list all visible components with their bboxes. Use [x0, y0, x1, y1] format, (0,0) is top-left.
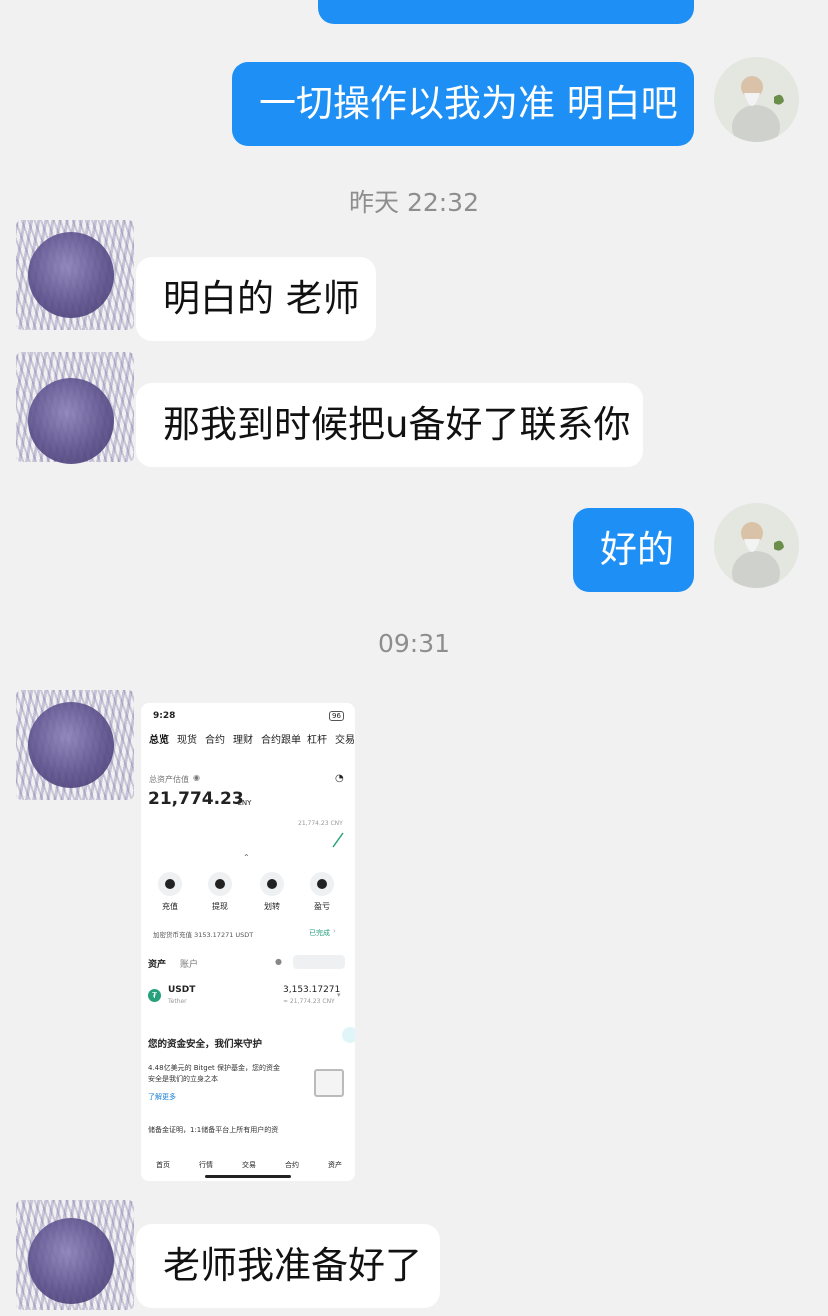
view-toggle[interactable]	[293, 955, 345, 969]
message-text: 好的	[600, 528, 674, 571]
nav-home[interactable]: 首页	[156, 1160, 170, 1170]
total-value: 21,774.23	[148, 789, 244, 809]
total-currency[interactable]: CNY	[237, 799, 251, 807]
transfer-icon[interactable]	[260, 872, 284, 896]
avatar-image	[28, 702, 114, 788]
withdraw-icon[interactable]	[208, 872, 232, 896]
message-bubble-cut-top	[318, 0, 694, 24]
floating-assistant-icon[interactable]	[342, 1027, 355, 1043]
timestamp: 09:31	[377, 629, 451, 658]
timestamp: 昨天 22:32	[349, 188, 479, 217]
home-indicator	[205, 1175, 291, 1178]
nav-trade[interactable]: 交易	[242, 1160, 256, 1170]
pnl-icon[interactable]	[310, 872, 334, 896]
status-time: 9:28	[153, 711, 176, 721]
safe-illustration-icon	[314, 1069, 344, 1097]
avatar-self[interactable]	[714, 57, 799, 142]
learn-more-link[interactable]: 了解更多	[148, 1092, 176, 1102]
chevron-right-icon: ›	[333, 927, 336, 935]
collapse-icon[interactable]: ⌃	[243, 853, 250, 862]
tab-earn[interactable]: 理财	[233, 731, 253, 746]
security-title: 您的资金安全，我们来守护	[148, 1039, 263, 1050]
sub-value: 21,774.23 CNY	[298, 820, 343, 827]
avatar-contact[interactable]	[16, 1200, 134, 1310]
avatar-image	[28, 378, 114, 464]
message-text: 明白的 老师	[163, 277, 360, 320]
nav-futures[interactable]: 合约	[285, 1160, 299, 1170]
transfer-label: 划转	[264, 902, 280, 911]
elder-figure-icon	[714, 503, 799, 588]
message-text: 那我到时候把u备好了联系你	[163, 403, 631, 446]
info-icon[interactable]: ●	[275, 957, 282, 966]
nav-assets[interactable]: 资产	[328, 1160, 342, 1170]
tab-assets[interactable]: 资产	[148, 957, 166, 970]
usdt-logo-icon: ₮	[148, 989, 161, 1002]
status-battery: 96	[329, 711, 344, 721]
avatar-self[interactable]	[714, 503, 799, 588]
tab-futures[interactable]: 合约	[205, 731, 225, 746]
security-text-line2: 安全是我们的立身之本	[148, 1075, 218, 1083]
reserve-text: 储备金证明，1:1储备平台上所有用户的资	[148, 1126, 279, 1134]
avatar-contact[interactable]	[16, 352, 134, 464]
message-bubble-sent[interactable]: 一切操作以我为准 明白吧	[232, 62, 694, 146]
coin-name: USDT	[168, 985, 196, 995]
deposit-note: 加密货币充值 3153.17271 USDT	[153, 931, 254, 939]
tab-accounts[interactable]: 账户	[180, 957, 198, 970]
nav-market[interactable]: 行情	[199, 1160, 213, 1170]
tab-trade[interactable]: 交易	[335, 731, 355, 746]
avatar-contact[interactable]	[16, 690, 134, 800]
coin-amount: 3,153.17271	[283, 985, 341, 995]
message-bubble-received[interactable]: 那我到时候把u备好了联系你	[136, 383, 643, 467]
trend-line-icon	[332, 832, 344, 848]
tab-margin[interactable]: 杠杆	[307, 731, 327, 746]
message-bubble-sent[interactable]: 好的	[573, 508, 694, 592]
tab-spot[interactable]: 现货	[177, 731, 197, 746]
message-bubble-received[interactable]: 老师我准备好了	[136, 1224, 440, 1308]
deposit-label: 充值	[162, 902, 178, 911]
coin-subname: Tether	[168, 998, 187, 1005]
message-text: 一切操作以我为准 明白吧	[259, 82, 678, 125]
avatar-contact[interactable]	[16, 220, 134, 330]
total-assets-label: 总资产估值	[149, 775, 189, 784]
deposit-status[interactable]: 已完成	[309, 928, 330, 938]
withdraw-label: 提现	[212, 902, 228, 911]
coin-cny: ≈ 21,774.23 CNY	[283, 998, 335, 1005]
avatar-image	[28, 232, 114, 318]
deposit-icon[interactable]	[158, 872, 182, 896]
tab-overview[interactable]: 总览	[149, 731, 169, 746]
tab-copy-trading[interactable]: 合约跟单	[261, 731, 301, 746]
avatar-image	[28, 1218, 114, 1304]
pnl-label: 盈亏	[314, 902, 330, 911]
message-bubble-received[interactable]: 明白的 老师	[136, 257, 376, 341]
history-icon[interactable]: ◔	[335, 773, 344, 784]
elder-figure-icon	[714, 57, 799, 142]
image-message-screenshot[interactable]: 9:28 96 总览 现货 合约 理财 合约跟单 杠杆 交易 总资产估值 ◉ ◔…	[141, 703, 355, 1181]
eye-icon[interactable]: ◉	[193, 773, 200, 782]
chevron-down-icon[interactable]: ▾	[337, 991, 341, 999]
security-text-line1: 4.48亿美元的 Bitget 保护基金，您的资金	[148, 1064, 281, 1072]
message-text: 老师我准备好了	[163, 1244, 422, 1287]
